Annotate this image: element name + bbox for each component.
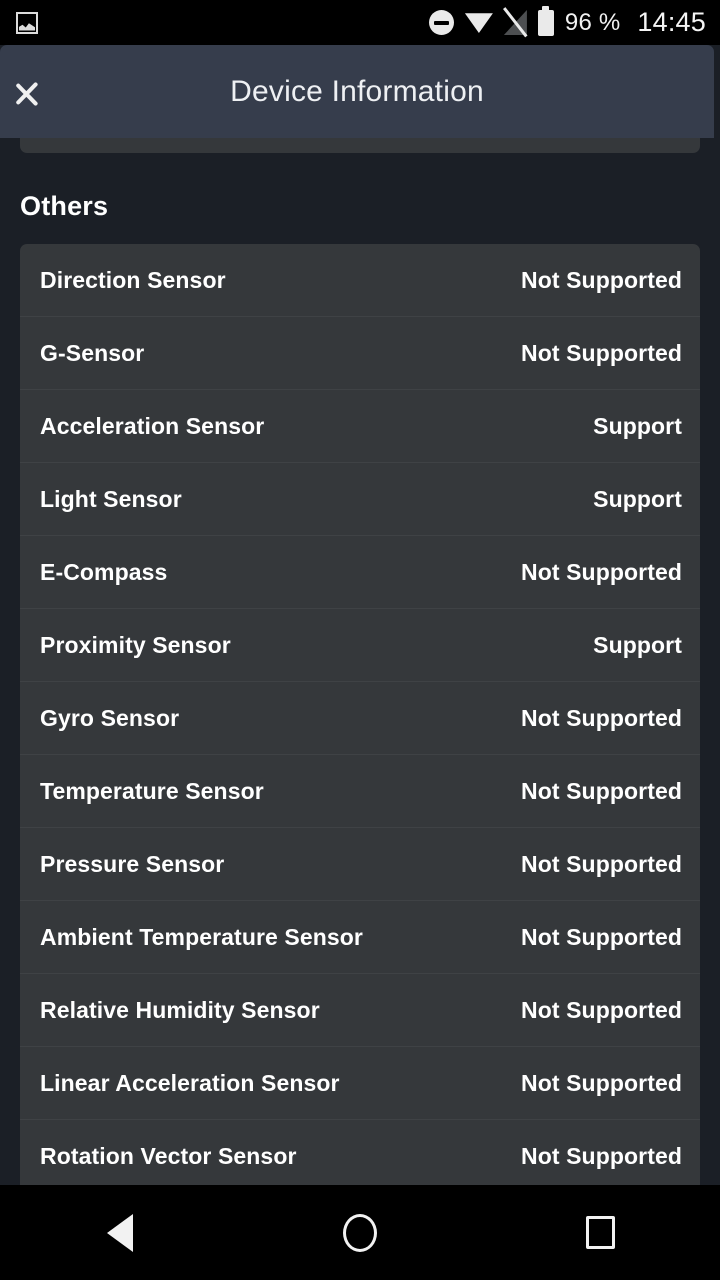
table-row[interactable]: Acceleration Sensor Support [20,390,700,463]
row-value: Not Supported [521,996,682,1023]
row-label: Rotation Vector Sensor [40,1143,297,1169]
row-value: Support [593,412,682,439]
table-row[interactable]: Relative Humidity Sensor Not Supported [20,974,700,1047]
row-value: Not Supported [521,704,682,731]
row-value: Not Supported [521,1069,682,1096]
scroll-content[interactable]: Others Direction Sensor Not Supported G-Se… [0,138,720,1185]
navigation-bar [0,1185,720,1280]
row-label: Relative Humidity Sensor [40,996,320,1023]
table-row[interactable]: Pressure Sensor Not Supported [20,828,700,901]
row-value: Not Supported [521,558,682,585]
home-circle-icon [343,1213,377,1252]
table-row[interactable]: G-Sensor Not Supported [20,317,700,390]
row-label: Pressure Sensor [40,850,225,877]
table-row[interactable]: Rotation Vector Sensor Not Supported [20,1120,700,1185]
back-triangle-icon [107,1213,133,1252]
recents-square-icon [585,1216,615,1249]
section-header-others: Others [20,191,109,221]
row-label: Ambient Temperature Sensor [40,923,363,950]
row-value: Not Supported [521,923,682,950]
row-label: E-Compass [40,558,168,585]
table-row[interactable]: Ambient Temperature Sensor Not Supported [20,901,700,974]
app-bar: Device Information [0,45,714,138]
table-row[interactable]: Gyro Sensor Not Supported [20,682,700,755]
row-value: Not Supported [521,850,682,877]
table-row[interactable]: Direction Sensor Not Supported [20,244,700,317]
previous-section-card-partial [20,138,700,153]
status-bar-notifications [16,11,38,34]
chevron-left-icon [35,70,61,114]
nav-back-button[interactable] [0,1185,240,1280]
status-bar: 96 % 14:45 [0,0,720,45]
row-label: Temperature Sensor [40,777,264,804]
phone-screen: 96 % 14:45 Device Information Others Dir… [0,0,720,1280]
nav-recents-button[interactable] [480,1185,720,1280]
row-value: Not Supported [521,777,682,804]
row-label: Acceleration Sensor [40,412,265,439]
wifi-icon [464,13,493,33]
row-value: Not Supported [521,339,682,366]
signal-off-icon [504,10,527,35]
do-not-disturb-icon [428,10,454,35]
table-row[interactable]: Temperature Sensor Not Supported [20,755,700,828]
back-button[interactable] [0,45,96,138]
battery-icon [537,5,554,36]
table-row[interactable]: Light Sensor Support [20,463,700,536]
battery-percent-label: 96 % [564,8,621,36]
screenshot-icon [16,11,38,34]
row-value: Not Supported [521,1143,682,1169]
table-row[interactable]: Proximity Sensor Support [20,609,700,682]
row-label: Proximity Sensor [40,631,231,658]
row-label: Light Sensor [40,485,182,512]
status-bar-system-icons: 96 % 14:45 [428,5,706,37]
row-value: Not Supported [521,266,682,293]
row-label: Gyro Sensor [40,704,180,731]
page-title: Device Information [230,74,484,108]
row-label: G-Sensor [40,339,145,366]
row-value: Support [593,631,682,658]
row-label: Linear Acceleration Sensor [40,1069,340,1096]
table-row[interactable]: Linear Acceleration Sensor Not Supported [20,1047,700,1120]
row-label: Direction Sensor [40,266,226,293]
status-bar-clock: 14:45 [637,7,706,37]
row-value: Support [593,485,682,512]
table-row[interactable]: E-Compass Not Supported [20,536,700,609]
sensor-list-card: Direction Sensor Not Supported G-Sensor Not… [20,244,700,1185]
nav-home-button[interactable] [240,1185,480,1280]
